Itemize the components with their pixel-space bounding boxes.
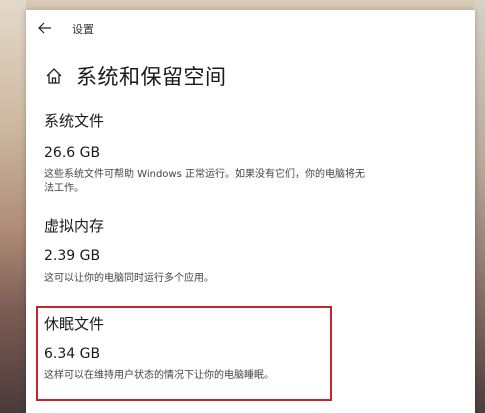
section-title: 休眠文件 — [44, 315, 105, 333]
section-virtual-memory-size: 2.39 GB — [44, 248, 464, 264]
section-size: 6.34 GB — [44, 346, 101, 362]
page-header: 系统和保留空间 — [44, 58, 227, 94]
home-icon[interactable] — [44, 66, 64, 86]
settings-window: 设置 系统和保留空间 系统文件 26.6 GB 这些系统文件可帮助 Window… — [26, 10, 475, 413]
section-virtual-memory-desc: 这可以让你的电脑同时运行多个应用。 — [44, 272, 464, 286]
section-hibernation-file-desc: 这样可以在维持用户状态的情况下让你的电脑睡眠。 — [44, 369, 464, 383]
section-hibernation-file: 休眠文件 — [44, 313, 464, 334]
section-description-line2: 法工作。 — [44, 183, 84, 194]
section-title: 虚拟内存 — [44, 217, 105, 235]
back-button[interactable] — [34, 18, 56, 38]
window-title: 设置 — [72, 23, 94, 36]
section-size: 2.39 GB — [44, 248, 101, 264]
section-hibernation-file-size: 6.34 GB — [44, 346, 464, 362]
section-system-files-desc: 这些系统文件可帮助 Windows 正常运行。如果没有它们，你的电脑将无 法工作… — [44, 168, 464, 196]
title-bar: 设置 — [26, 10, 475, 46]
section-system-files-size: 26.6 GB — [44, 145, 464, 161]
page-title: 系统和保留空间 — [76, 65, 227, 89]
back-arrow-icon — [38, 22, 51, 34]
section-description-line1: 这些系统文件可帮助 Windows 正常运行。如果没有它们，你的电脑将无 — [44, 169, 365, 180]
section-title: 系统文件 — [44, 112, 105, 130]
desktop-background-left — [0, 0, 26, 413]
desktop-background-right — [475, 0, 485, 413]
section-virtual-memory: 虚拟内存 — [44, 215, 464, 236]
section-description-line1: 这可以让你的电脑同时运行多个应用。 — [44, 273, 214, 284]
section-system-files: 系统文件 — [44, 110, 464, 131]
section-size: 26.6 GB — [44, 145, 101, 161]
section-description-line1: 这样可以在维持用户状态的情况下让你的电脑睡眠。 — [44, 370, 274, 381]
